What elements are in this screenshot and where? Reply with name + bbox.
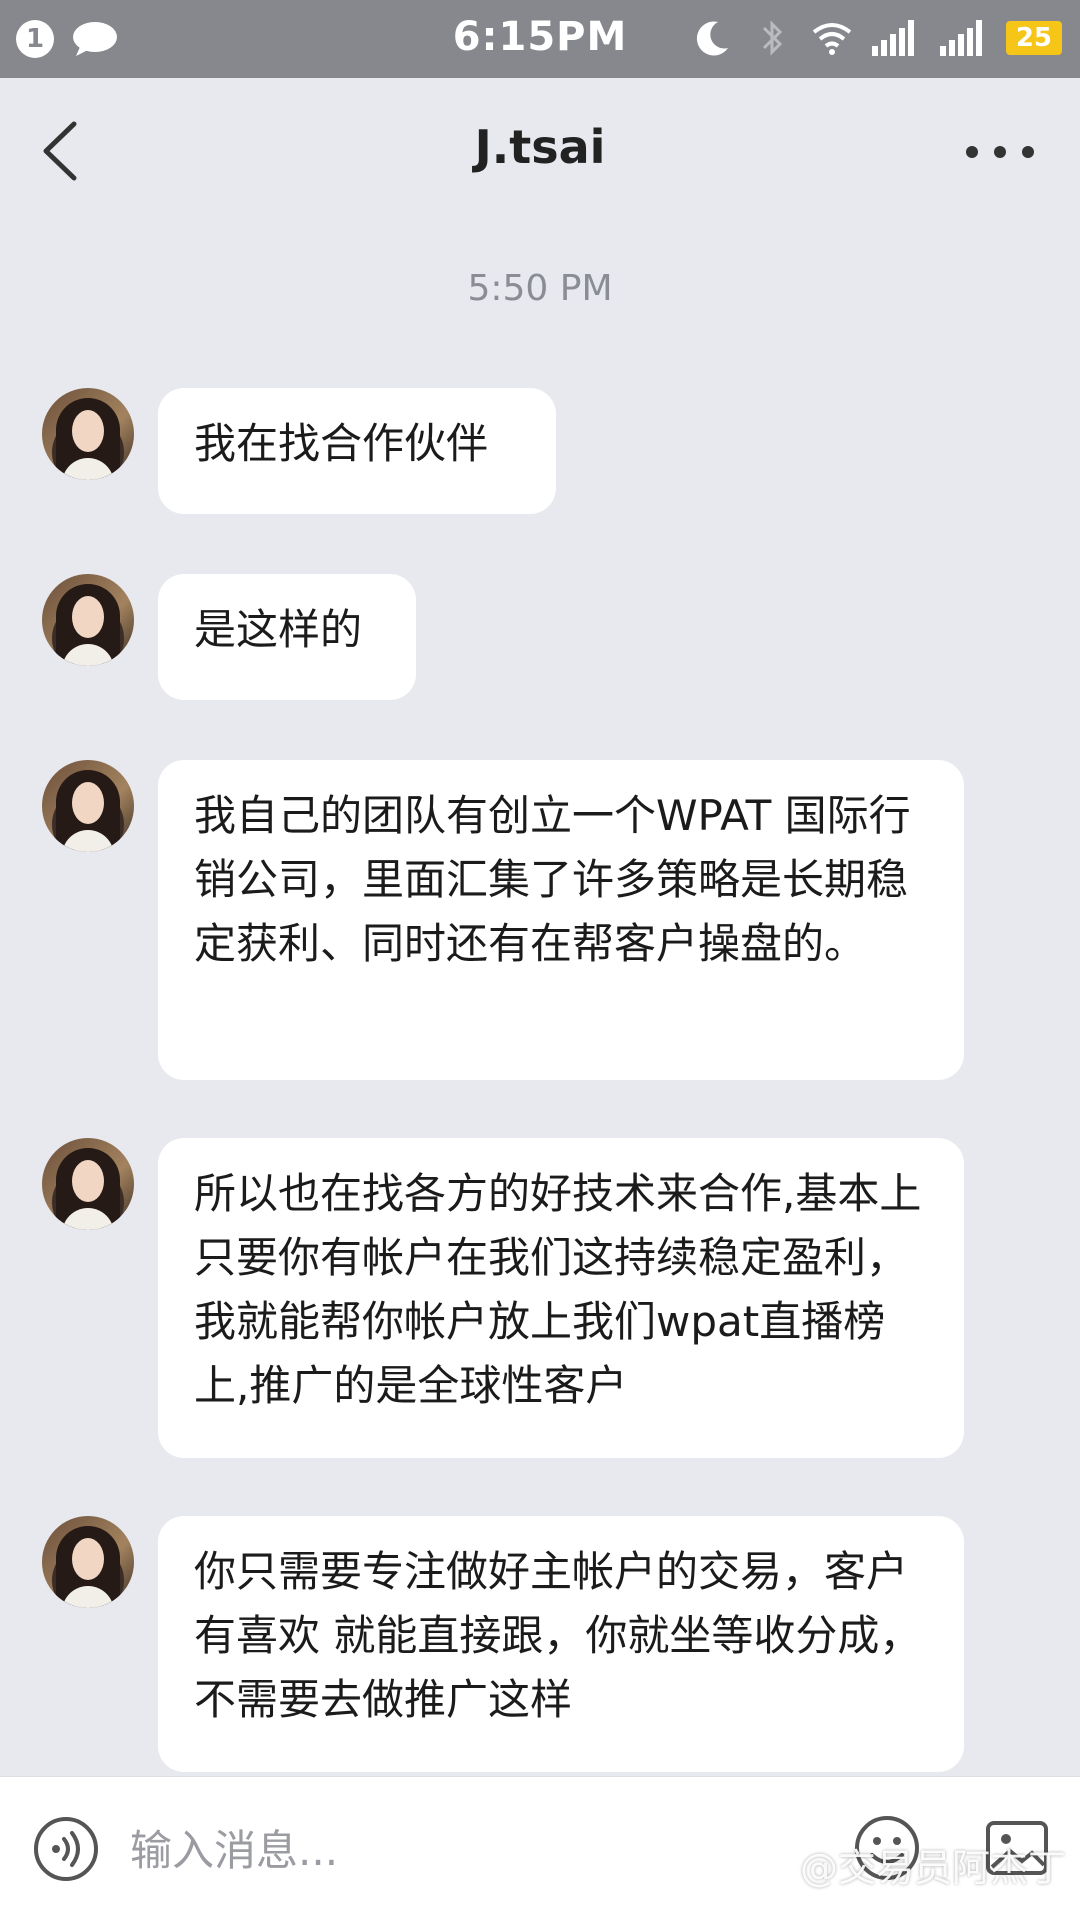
emoji-icon[interactable] [852, 1813, 922, 1883]
more-options-icon[interactable] [960, 132, 1040, 172]
message-timestamp: 5:50 PM [467, 268, 613, 309]
chat-contact-name: J.tsai [474, 120, 606, 174]
image-upload-icon[interactable] [982, 1813, 1052, 1883]
message-input[interactable] [128, 1805, 832, 1895]
signal-sim1-icon [939, 20, 982, 56]
bluetooth-icon [762, 20, 782, 56]
chat-header: J.tsai [0, 78, 1080, 226]
contact-avatar[interactable] [42, 388, 134, 480]
message-bubble: 所以也在找各方的好技术来合作,基本上只要你有帐户在我们这持续稳定盈利，我就能帮你… [158, 1138, 964, 1458]
contact-avatar[interactable] [42, 1138, 134, 1230]
contact-avatar[interactable] [42, 574, 134, 666]
do-not-disturb-moon-icon [696, 21, 728, 56]
battery-indicator: 25 [1005, 21, 1062, 55]
message-bubble: 我自己的团队有创立一个WPAT 国际行销公司，里面汇集了许多策略是长期稳定获利、… [158, 760, 964, 1080]
message-bubble: 是这样的 [158, 574, 416, 700]
status-right: 25 [690, 16, 1062, 60]
contact-avatar[interactable] [42, 760, 134, 852]
message-bubble: 你只需要专注做好主帐户的交易，客户有喜欢 就能直接跟，你就坐等收分成，不需要去做… [158, 1516, 964, 1772]
status-bar: 1 6:15PM 25 [0, 0, 1080, 78]
signal-sim2-icon [871, 20, 914, 56]
wifi-icon [812, 23, 852, 55]
contact-avatar[interactable] [42, 1516, 134, 1608]
message-input-bar: @交易员阿杰丁 [0, 1776, 1080, 1920]
voice-input-icon[interactable] [32, 1815, 100, 1883]
message-bubble: 我在找合作伙伴 [158, 388, 556, 514]
